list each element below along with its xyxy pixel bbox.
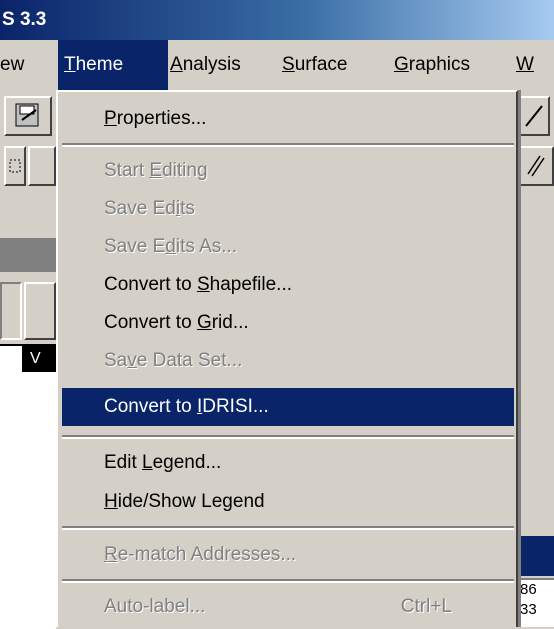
right-text-area: 86 33 [516,578,554,627]
menu-item-properties[interactable]: Properties... [62,100,514,138]
draw-icon [525,105,543,127]
menu-theme[interactable]: Theme [58,40,168,90]
menu-item-auto-label[interactable]: Auto-label... Ctrl+L [62,588,514,626]
menu-view[interactable]: ew [0,40,30,90]
menu-item-save-edits-as[interactable]: Save Edits As... [62,228,514,266]
select-icon [9,159,21,173]
toolbar-button-right-2[interactable] [518,146,554,186]
hatch-icon [527,155,545,177]
theme-dropdown-menu: Properties... Start Editing Save Edits S… [56,90,518,627]
title-bar: S 3.3 [0,0,554,40]
menu-item-convert-grid[interactable]: Convert to Grid... [62,304,514,342]
menu-bar: ew Theme Analysis Surface Graphics W [0,40,554,90]
toolbar-button-a[interactable] [4,146,26,186]
auto-label-shortcut: Ctrl+L [400,596,452,617]
menu-item-convert-idrisi[interactable]: Convert to IDRISI... [62,388,514,426]
menu-item-rematch-addresses[interactable]: Re-match Addresses... [62,536,514,574]
menu-item-edit-legend[interactable]: Edit Legend... [62,444,514,482]
panel-control[interactable] [0,282,22,340]
table-column-header: V [22,346,56,372]
toolbar-button-save[interactable] [4,96,52,136]
menu-item-save-data-set[interactable]: Save Data Set... [62,342,514,380]
menu-separator [62,143,514,147]
table-area: V [0,344,56,629]
menu-surface[interactable]: Surface [276,40,354,90]
menu-separator [62,579,514,583]
menu-window[interactable]: W [510,40,540,90]
toolbar-button-b[interactable] [28,146,56,186]
menu-item-convert-shapefile[interactable]: Convert to Shapefile... [62,266,514,304]
menu-item-save-edits[interactable]: Save Edits [62,190,514,228]
toolbar-button-right-1[interactable] [518,96,550,136]
save-icon [15,103,39,127]
panel-header [0,238,56,272]
menu-item-hide-show-legend[interactable]: Hide/Show Legend [62,483,514,521]
menu-item-start-editing[interactable]: Start Editing [62,152,514,190]
menu-analysis[interactable]: Analysis [164,40,247,90]
menu-separator [62,526,514,530]
menu-separator [62,435,514,439]
menu-graphics[interactable]: Graphics [388,40,476,90]
right-highlight-fragment [518,536,554,576]
window-title: S 3.3 [2,9,47,30]
panel-button[interactable] [24,282,56,340]
